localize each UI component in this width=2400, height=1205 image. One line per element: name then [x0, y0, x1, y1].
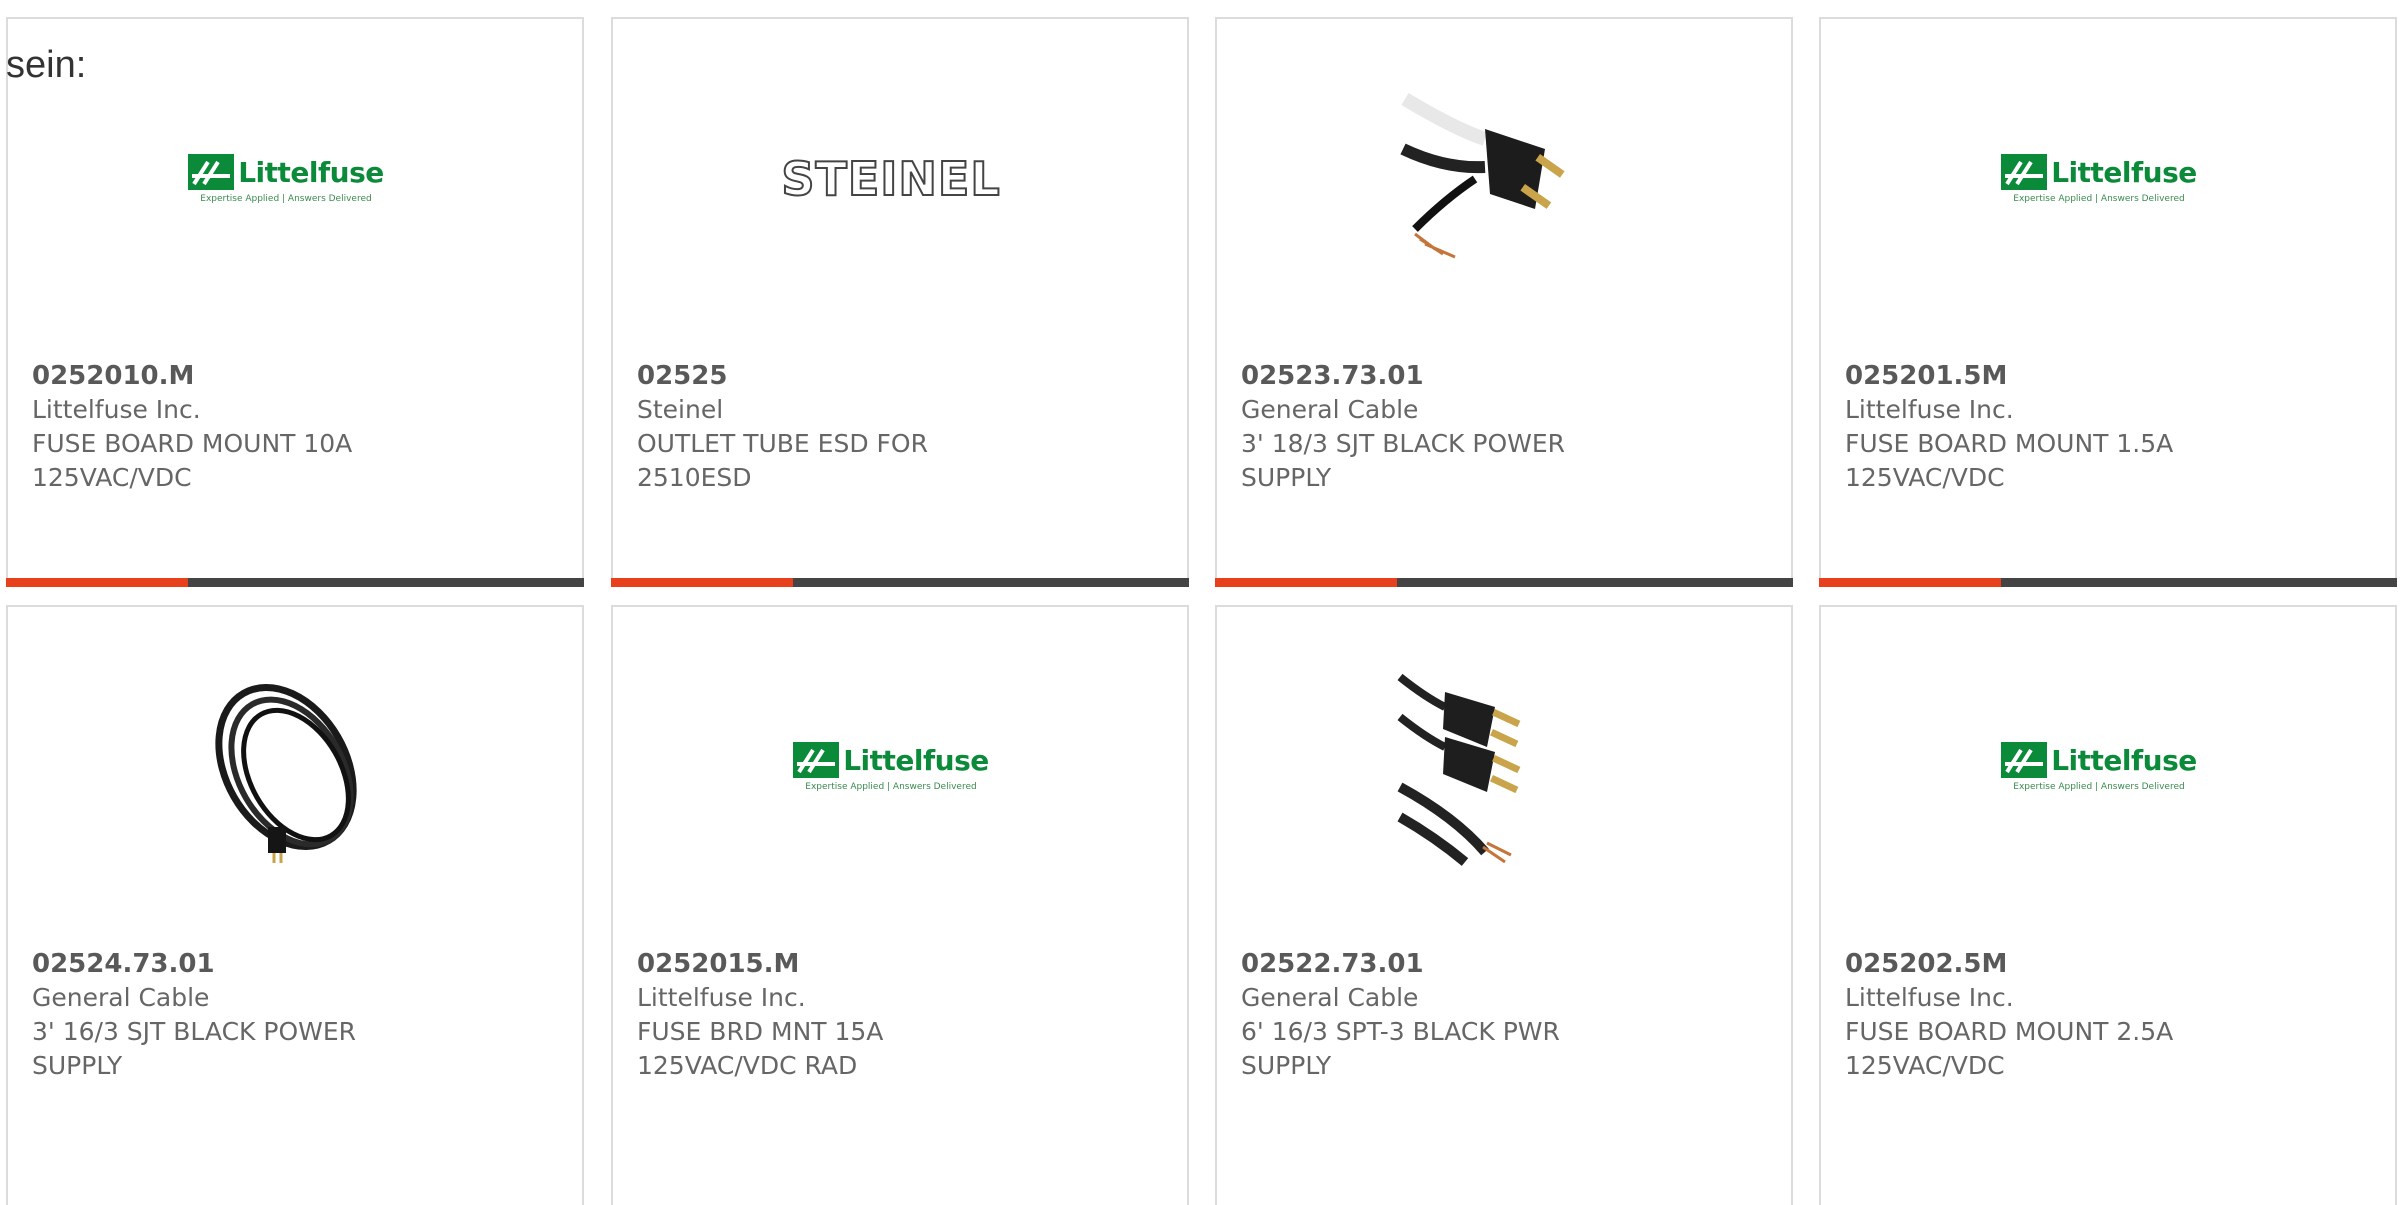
description: FUSE BOARD MOUNT 10A 125VAC/VDC — [32, 429, 353, 492]
logo-tagline: Expertise Applied | Answers Delivered — [2013, 194, 2185, 204]
logo-wordmark: Littelfuse — [843, 743, 989, 777]
card-bottom-bar — [611, 578, 1189, 587]
littelfuse-logo: Littelfuse Expertise Applied | Answers D… — [2001, 154, 2197, 204]
description: FUSE BOARD MOUNT 2.5A 125VAC/VDC — [1845, 1017, 2174, 1080]
littelfuse-mark-icon — [188, 154, 235, 190]
littelfuse-logo: Littelfuse Expertise Applied | Answers D… — [793, 742, 989, 792]
logo-tagline: Expertise Applied | Answers Delivered — [2013, 782, 2185, 792]
two-power-cords-photo — [1397, 673, 1521, 866]
part-number[interactable]: 0252010.M — [32, 359, 552, 393]
part-number[interactable]: 02525 — [637, 359, 1157, 393]
part-number[interactable]: 02522.73.01 — [1241, 947, 1761, 981]
part-number[interactable]: 02524.73.01 — [32, 947, 552, 981]
manufacturer: Littelfuse Inc. — [32, 395, 201, 424]
littelfuse-logo: Littelfuse Expertise Applied | Answers D… — [188, 154, 384, 204]
part-number[interactable]: 025202.5M — [1845, 947, 2365, 981]
logo-wordmark: Littelfuse — [238, 155, 384, 189]
product-image — [186, 667, 386, 867]
manufacturer: General Cable — [32, 983, 210, 1012]
description: 6' 16/3 SPT-3 BLACK PWR SUPPLY — [1241, 1017, 1560, 1080]
logo-wordmark: Littelfuse — [2051, 155, 2197, 189]
card-accent — [611, 578, 793, 587]
littelfuse-mark-icon — [2001, 742, 2048, 778]
description: FUSE BRD MNT 15A 125VAC/VDC RAD — [637, 1017, 884, 1080]
manufacturer: Steinel — [637, 395, 724, 424]
manufacturer: Littelfuse Inc. — [1845, 395, 2014, 424]
steinel-logo: STEINEL — [780, 151, 1001, 207]
product-card[interactable]: 02523.73.01 General Cable 3' 18/3 SJT BL… — [1215, 17, 1793, 587]
manufacturer: Littelfuse Inc. — [637, 983, 806, 1012]
part-number[interactable]: 025201.5M — [1845, 359, 2365, 393]
part-number[interactable]: 0252015.M — [637, 947, 1157, 981]
product-image — [1395, 79, 1595, 279]
power-cord-plug-photo — [1400, 92, 1565, 259]
product-image: Littelfuse Expertise Applied | Answers D… — [1999, 667, 2199, 867]
product-card[interactable]: Littelfuse Expertise Applied | Answers D… — [6, 17, 584, 587]
description: OUTLET TUBE ESD FOR 2510ESD — [637, 429, 928, 492]
part-number[interactable]: 02523.73.01 — [1241, 359, 1761, 393]
product-card[interactable]: STEINEL 02525 Steinel OUTLET TUBE ESD FO… — [611, 17, 1189, 587]
intro-text: sein: — [6, 44, 87, 86]
product-image: Littelfuse Expertise Applied | Answers D… — [186, 79, 386, 279]
card-bottom-bar — [6, 578, 584, 587]
description: 3' 18/3 SJT BLACK POWER SUPPLY — [1241, 429, 1566, 492]
logo-wordmark: Littelfuse — [2051, 743, 2197, 777]
product-card[interactable]: Littelfuse Expertise Applied | Answers D… — [611, 605, 1189, 1205]
product-image: Littelfuse Expertise Applied | Answers D… — [1999, 79, 2199, 279]
product-image: STEINEL — [780, 79, 1000, 279]
product-image — [1395, 667, 1595, 867]
manufacturer: General Cable — [1241, 983, 1419, 1012]
product-card[interactable]: 02522.73.01 General Cable 6' 16/3 SPT-3 … — [1215, 605, 1793, 1205]
card-accent — [6, 578, 188, 587]
logo-tagline: Expertise Applied | Answers Delivered — [805, 782, 977, 792]
product-card[interactable]: 02524.73.01 General Cable 3' 16/3 SJT BL… — [6, 605, 584, 1205]
littelfuse-mark-icon — [793, 742, 840, 778]
product-grid: Littelfuse Expertise Applied | Answers D… — [0, 0, 2400, 1205]
description: FUSE BOARD MOUNT 1.5A 125VAC/VDC — [1845, 429, 2174, 492]
product-image: Littelfuse Expertise Applied | Answers D… — [791, 667, 991, 867]
card-bottom-bar — [1819, 578, 2397, 587]
card-bottom-bar — [1215, 578, 1793, 587]
coiled-power-cord-photo — [215, 684, 357, 863]
card-accent — [1819, 578, 2001, 587]
card-accent — [1215, 578, 1397, 587]
manufacturer: General Cable — [1241, 395, 1419, 424]
littelfuse-logo: Littelfuse Expertise Applied | Answers D… — [2001, 742, 2197, 792]
product-card[interactable]: Littelfuse Expertise Applied | Answers D… — [1819, 17, 2397, 587]
manufacturer: Littelfuse Inc. — [1845, 983, 2014, 1012]
logo-tagline: Expertise Applied | Answers Delivered — [200, 194, 372, 204]
description: 3' 16/3 SJT BLACK POWER SUPPLY — [32, 1017, 357, 1080]
product-card[interactable]: Littelfuse Expertise Applied | Answers D… — [1819, 605, 2397, 1205]
littelfuse-mark-icon — [2001, 154, 2048, 190]
